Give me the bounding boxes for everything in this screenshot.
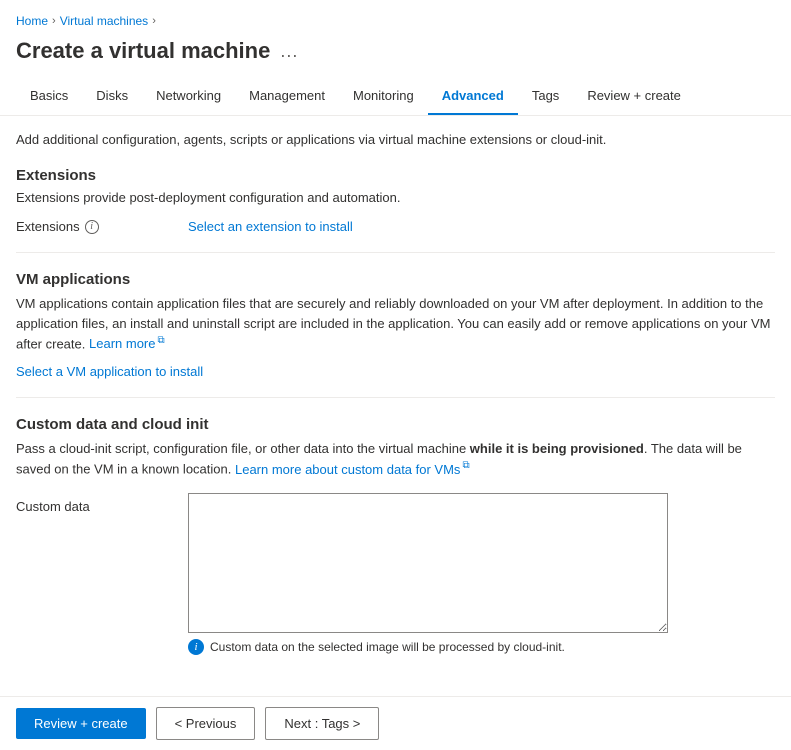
tab-advanced[interactable]: Advanced <box>428 80 518 115</box>
extensions-desc: Extensions provide post-deployment confi… <box>16 190 775 205</box>
vm-apps-desc: VM applications contain application file… <box>16 294 775 354</box>
vm-apps-link-row: Select a VM application to install <box>16 364 775 379</box>
extensions-section: Extensions Extensions provide post-deplo… <box>16 167 775 234</box>
vm-applications-section: VM applications VM applications contain … <box>16 271 775 379</box>
previous-button[interactable]: < Previous <box>156 707 256 740</box>
select-extension-link[interactable]: Select an extension to install <box>188 219 353 234</box>
vm-apps-learn-more-text: Learn more <box>89 336 155 351</box>
breadcrumb: Home › Virtual machines › <box>0 0 791 34</box>
tab-tags[interactable]: Tags <box>518 80 573 115</box>
extensions-label: Extensions i <box>16 219 176 234</box>
custom-data-section: Custom data and cloud init Pass a cloud-… <box>16 416 775 655</box>
extensions-label-text: Extensions <box>16 219 80 234</box>
page-description: Add additional configuration, agents, sc… <box>16 132 775 147</box>
tab-networking[interactable]: Networking <box>142 80 235 115</box>
extensions-info-icon[interactable]: i <box>85 220 99 234</box>
content-area: Add additional configuration, agents, sc… <box>0 116 791 735</box>
extensions-title: Extensions <box>16 167 775 184</box>
page-title: Create a virtual machine <box>16 38 270 64</box>
custom-data-desc-before: Pass a cloud-init script, configuration … <box>16 441 470 456</box>
custom-data-external-icon: ⧉ <box>462 460 469 471</box>
custom-data-hint-text: Custom data on the selected image will b… <box>210 640 565 654</box>
divider-1 <box>16 252 775 253</box>
review-create-button[interactable]: Review + create <box>16 708 146 739</box>
custom-data-label: Custom data <box>16 493 176 514</box>
page-title-row: Create a virtual machine ... <box>0 34 791 80</box>
ellipsis-menu-icon[interactable]: ... <box>280 41 298 62</box>
custom-data-hint-icon: i <box>188 639 204 655</box>
custom-data-form-row: Custom data <box>16 493 775 633</box>
footer-bar: Review + create < Previous Next : Tags > <box>0 696 791 750</box>
breadcrumb-sep-2: › <box>152 15 156 27</box>
custom-data-title: Custom data and cloud init <box>16 416 775 433</box>
custom-data-learn-more-text: Learn more about custom data for VMs <box>235 462 460 477</box>
breadcrumb-sep-1: › <box>52 15 56 27</box>
breadcrumb-home[interactable]: Home <box>16 14 48 28</box>
custom-data-learn-more-link[interactable]: Learn more about custom data for VMs⧉ <box>235 462 470 477</box>
select-vm-app-link[interactable]: Select a VM application to install <box>16 364 203 379</box>
next-button[interactable]: Next : Tags > <box>265 707 379 740</box>
tab-management[interactable]: Management <box>235 80 339 115</box>
custom-data-textarea[interactable] <box>188 493 668 633</box>
tab-review-create[interactable]: Review + create <box>573 80 695 115</box>
tab-disks[interactable]: Disks <box>82 80 142 115</box>
custom-data-desc: Pass a cloud-init script, configuration … <box>16 439 775 479</box>
extensions-form-row: Extensions i Select an extension to inst… <box>16 219 775 234</box>
vm-apps-title: VM applications <box>16 271 775 288</box>
tabs-bar: Basics Disks Networking Management Monit… <box>0 80 791 116</box>
vm-apps-external-icon: ⧉ <box>157 335 164 346</box>
tab-basics[interactable]: Basics <box>16 80 82 115</box>
custom-data-hint-row: i Custom data on the selected image will… <box>188 639 775 655</box>
breadcrumb-virtual-machines[interactable]: Virtual machines <box>60 14 149 28</box>
tab-monitoring[interactable]: Monitoring <box>339 80 428 115</box>
divider-2 <box>16 397 775 398</box>
custom-data-desc-bold: while it is being provisioned <box>470 441 644 456</box>
vm-apps-learn-more-link[interactable]: Learn more⧉ <box>89 336 165 351</box>
